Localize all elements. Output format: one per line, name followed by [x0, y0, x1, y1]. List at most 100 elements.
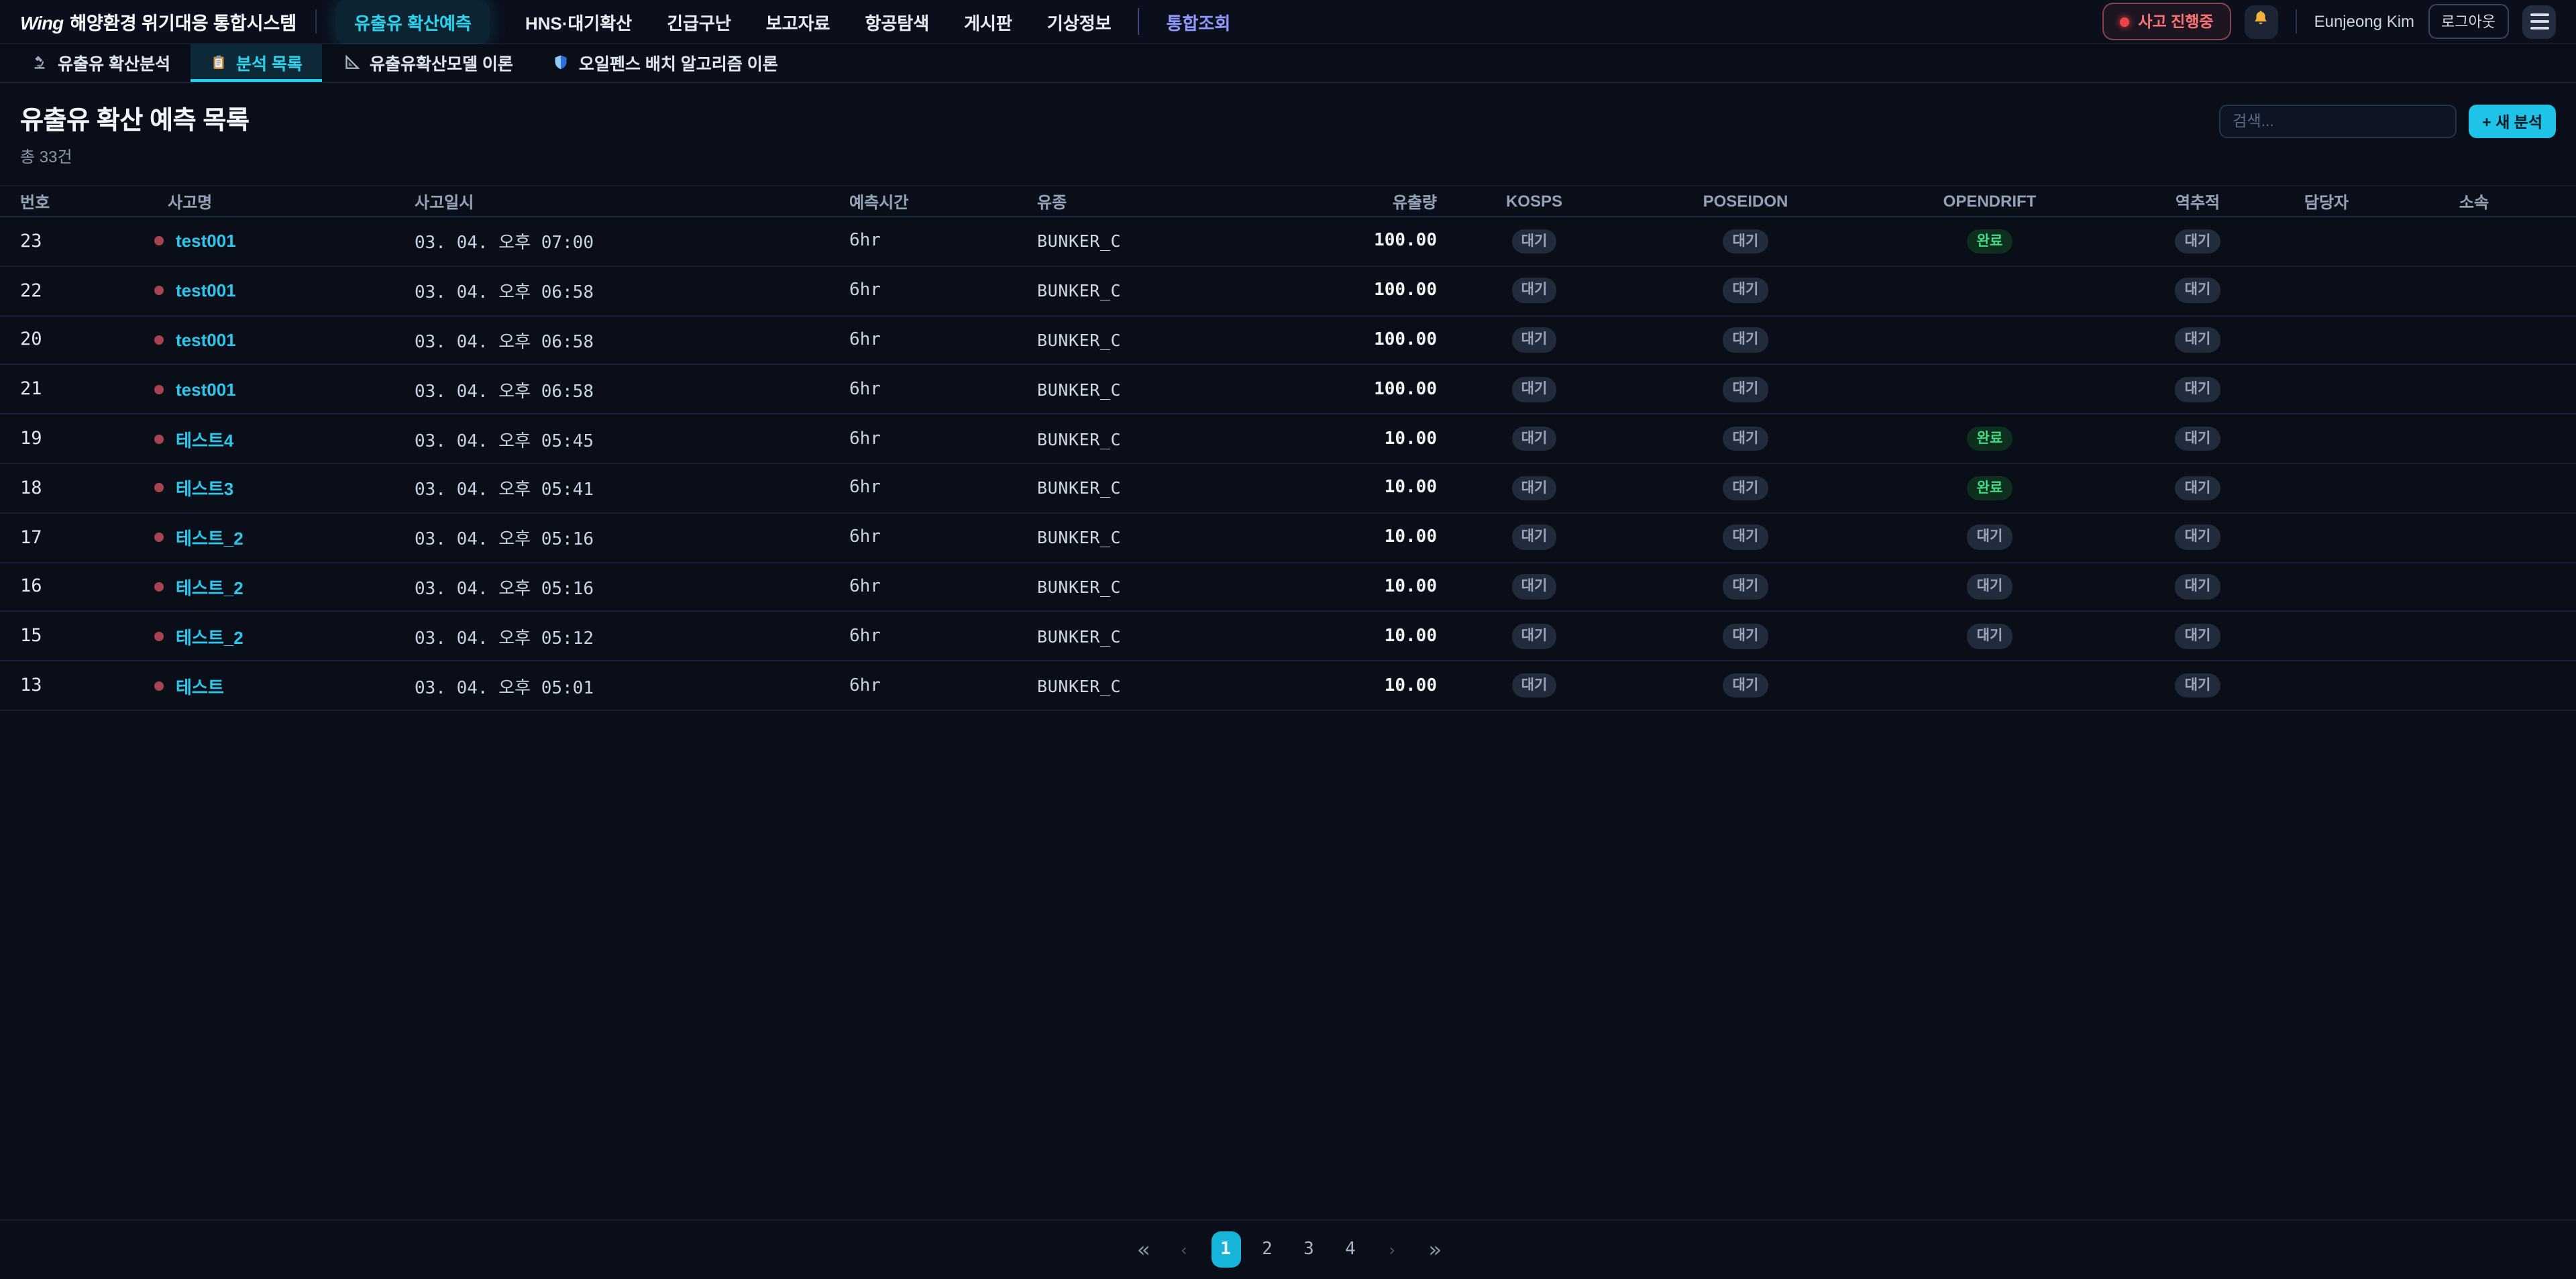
status-badge: 대기 — [1512, 525, 1557, 550]
col-header-datetime: 사고일시 — [394, 190, 829, 213]
status-badge: 대기 — [1968, 574, 2012, 599]
status-badge: 대기 — [1723, 476, 1768, 500]
cell-backtrack-status: 대기 — [2114, 476, 2281, 500]
app-logo[interactable]: Wing 해양환경 위기대응 통합시스템 — [20, 8, 297, 35]
incident-name-link[interactable]: 테스트_2 — [176, 574, 244, 600]
table-row[interactable]: 23 test001 03. 04. 오후 07:00 6hr BUNKER_C… — [0, 217, 2576, 267]
nav-item-hns-air-diffusion[interactable]: HNS·대기확산 — [525, 9, 632, 34]
incident-in-progress-badge[interactable]: 사고 진행중 — [2102, 3, 2231, 40]
cell-amount: 10.00 — [1272, 577, 1442, 597]
status-badge: 대기 — [1512, 377, 1557, 402]
cell-datetime: 03. 04. 오후 06:58 — [394, 377, 829, 402]
page-button-1[interactable]: 1 — [1211, 1231, 1240, 1268]
cell-kosps-status: 대기 — [1442, 624, 1626, 649]
cell-hours: 6hr — [829, 330, 1017, 350]
cell-no: 22 — [0, 280, 148, 301]
ruler-icon — [343, 53, 360, 70]
tab-oil-spill-analysis[interactable]: 유출유 확산분석 — [11, 44, 191, 82]
status-badge: 대기 — [2176, 476, 2220, 500]
nav-item-integrated-search[interactable]: 통합조회 — [1167, 9, 1231, 34]
prev-page-button[interactable]: ‹ — [1169, 1231, 1199, 1268]
cell-name: test001 — [148, 280, 394, 300]
cell-kosps-status: 대기 — [1442, 673, 1626, 698]
status-badge: 대기 — [1723, 525, 1768, 550]
page-button-4[interactable]: 4 — [1336, 1231, 1365, 1268]
incident-name-link[interactable]: 테스트 — [176, 673, 224, 698]
bell-icon — [2252, 9, 2271, 34]
cell-poseidon-status: 대기 — [1626, 673, 1865, 698]
new-analysis-button[interactable]: + 새 분석 — [2469, 105, 2556, 138]
table-row[interactable]: 18 테스트3 03. 04. 오후 05:41 6hr BUNKER_C 10… — [0, 464, 2576, 514]
cell-datetime: 03. 04. 오후 06:58 — [394, 327, 829, 353]
first-page-button[interactable]: « — [1128, 1231, 1157, 1268]
incident-dot-icon — [154, 286, 164, 295]
nav-item-oil-spill-prediction[interactable]: 유출유 확산예측 — [335, 0, 490, 44]
status-badge: 대기 — [1512, 327, 1557, 352]
incident-name-link[interactable]: 테스트4 — [176, 426, 233, 451]
incident-name-link[interactable]: 테스트_2 — [176, 524, 244, 550]
cell-opendrift-status: 대기 — [1865, 525, 2114, 550]
incident-name-link[interactable]: test001 — [176, 280, 236, 300]
page-button-2[interactable]: 2 — [1252, 1231, 1282, 1268]
next-page-button[interactable]: › — [1377, 1231, 1407, 1268]
incident-name-link[interactable]: test001 — [176, 330, 236, 350]
sub-tabbar: 유출유 확산분석 분석 목록 유 — [0, 44, 2576, 83]
status-badge: 대기 — [1723, 377, 1768, 402]
cell-no: 23 — [0, 231, 148, 252]
logout-button[interactable]: 로그아웃 — [2428, 4, 2509, 39]
cell-name: 테스트3 — [148, 476, 394, 501]
cell-hours: 6hr — [829, 280, 1017, 300]
nav-item-aerial-search[interactable]: 항공탐색 — [865, 9, 929, 34]
cell-oil-type: BUNKER_C — [1017, 280, 1272, 300]
table-row[interactable]: 22 test001 03. 04. 오후 06:58 6hr BUNKER_C… — [0, 267, 2576, 317]
table-footer: « ‹ 1 2 3 4 › » — [0, 1219, 2576, 1279]
cell-hours: 6hr — [829, 231, 1017, 252]
status-badge: 대기 — [1723, 229, 1768, 254]
table-row[interactable]: 19 테스트4 03. 04. 오후 05:45 6hr BUNKER_C 10… — [0, 414, 2576, 464]
main-menu: 유출유 확산예측 HNS·대기확산 긴급구난 보고자료 항공탐색 게시판 기상정… — [335, 0, 1230, 44]
last-page-button[interactable]: » — [1419, 1231, 1448, 1268]
table-row[interactable]: 15 테스트_2 03. 04. 오후 05:12 6hr BUNKER_C 1… — [0, 612, 2576, 662]
cell-no: 19 — [0, 428, 148, 449]
incident-dot-icon — [154, 533, 164, 542]
cell-oil-type: BUNKER_C — [1017, 231, 1272, 252]
page-actions: + 새 분석 — [2219, 105, 2556, 138]
cell-poseidon-status: 대기 — [1626, 574, 1865, 599]
table-row[interactable]: 17 테스트_2 03. 04. 오후 05:16 6hr BUNKER_C 1… — [0, 514, 2576, 563]
cell-amount: 100.00 — [1272, 231, 1442, 252]
nav-item-emergency-rescue[interactable]: 긴급구난 — [667, 9, 731, 34]
incident-name-link[interactable]: 테스트3 — [176, 476, 233, 501]
nav-item-reports[interactable]: 보고자료 — [766, 9, 830, 34]
nav-item-board[interactable]: 게시판 — [964, 9, 1012, 34]
hamburger-menu-button[interactable] — [2522, 5, 2556, 38]
table-row[interactable]: 21 test001 03. 04. 오후 06:58 6hr BUNKER_C… — [0, 366, 2576, 415]
incident-name-link[interactable]: test001 — [176, 231, 236, 252]
status-badge: 대기 — [1512, 278, 1557, 303]
nav-item-weather-info[interactable]: 기상정보 — [1047, 9, 1112, 34]
status-badge: 대기 — [1968, 624, 2012, 649]
divider — [1138, 8, 1140, 35]
status-badge: 대기 — [1723, 624, 1768, 649]
cell-name: test001 — [148, 380, 394, 400]
page-button-3[interactable]: 3 — [1294, 1231, 1324, 1268]
status-badge: 대기 — [1512, 427, 1557, 451]
cell-backtrack-status: 대기 — [2114, 278, 2281, 303]
tab-diffusion-model-theory[interactable]: 유출유확산모델 이론 — [323, 44, 533, 82]
cell-amount: 100.00 — [1272, 380, 1442, 400]
tab-analysis-list[interactable]: 분석 목록 — [191, 44, 323, 82]
table-row[interactable]: 13 테스트 03. 04. 오후 05:01 6hr BUNKER_C 10.… — [0, 661, 2576, 711]
cell-datetime: 03. 04. 오후 05:41 — [394, 476, 829, 501]
notification-button[interactable] — [2245, 5, 2278, 38]
col-header-oil: 유종 — [1017, 190, 1272, 213]
cell-kosps-status: 대기 — [1442, 327, 1626, 352]
cell-amount: 100.00 — [1272, 330, 1442, 350]
table-row[interactable]: 16 테스트_2 03. 04. 오후 05:16 6hr BUNKER_C 1… — [0, 563, 2576, 612]
incident-name-link[interactable]: test001 — [176, 380, 236, 400]
col-header-name: 사고명 — [148, 190, 394, 213]
search-input[interactable] — [2219, 105, 2457, 138]
table-row[interactable]: 20 test001 03. 04. 오후 06:58 6hr BUNKER_C… — [0, 316, 2576, 366]
col-header-kosps: KOSPS — [1442, 192, 1626, 211]
cell-name: test001 — [148, 231, 394, 252]
incident-name-link[interactable]: 테스트_2 — [176, 624, 244, 649]
tab-oil-fence-algorithm-theory[interactable]: 오일펜스 배치 알고리즘 이론 — [533, 44, 798, 82]
